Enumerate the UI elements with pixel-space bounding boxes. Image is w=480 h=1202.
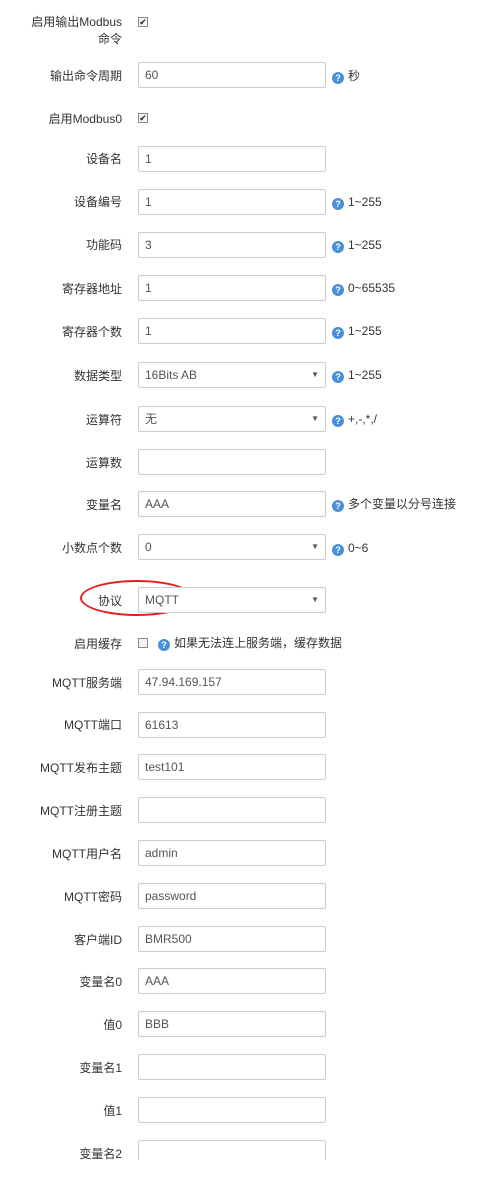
mqtt-password-label: MQTT密码 — [64, 890, 122, 904]
question-circle-icon[interactable]: ? — [332, 284, 344, 296]
operator-hint-text: +,-,*,/ — [348, 412, 378, 426]
mqtt-user-label: MQTT用户名 — [52, 847, 122, 861]
mqtt-port-input[interactable]: 61613 — [138, 712, 326, 738]
function-code-hint: ? 1~255 — [332, 238, 382, 253]
device-name-label: 设备名 — [85, 152, 122, 166]
register-address-hint: ? 0~65535 — [332, 281, 395, 296]
data-type-hint: ? 1~255 — [332, 368, 382, 383]
var-name2-input[interactable] — [138, 1140, 326, 1160]
caret-down-icon: ▼ — [311, 414, 319, 423]
register-count-input[interactable]: 1 — [138, 318, 326, 344]
enable-cache-hint: ? 如果无法连上服务端，缓存数据 — [158, 636, 342, 651]
mqtt-pub-topic-label: MQTT发布主题 — [40, 761, 122, 775]
output-period-hint-text: 秒 — [348, 69, 361, 83]
mqtt-pub-topic-input[interactable]: test101 — [138, 754, 326, 780]
value1-label: 值1 — [103, 1104, 122, 1118]
register-count-hint: ? 1~255 — [332, 324, 382, 339]
register-address-hint-text: 0~65535 — [348, 281, 396, 295]
operator-label: 运算符 — [85, 413, 122, 427]
operator-value: 无 — [145, 412, 158, 426]
register-address-label: 寄存器地址 — [61, 282, 122, 296]
mqtt-server-label: MQTT服务端 — [52, 676, 122, 690]
question-circle-icon[interactable]: ? — [332, 198, 344, 210]
caret-down-icon: ▼ — [311, 542, 319, 551]
question-circle-icon[interactable]: ? — [332, 327, 344, 339]
enable-cache-checkbox[interactable] — [138, 638, 148, 648]
value0-label: 值0 — [103, 1018, 122, 1032]
question-circle-icon[interactable]: ? — [332, 544, 344, 556]
caret-down-icon: ▼ — [311, 370, 319, 379]
var-name1-label: 变量名1 — [79, 1061, 122, 1075]
var-name2-label: 变量名2 — [79, 1147, 122, 1161]
var-name0-label: 变量名0 — [79, 975, 122, 989]
operand-input[interactable] — [138, 449, 326, 475]
output-period-label: 输出命令周期 — [49, 69, 122, 83]
decimals-value: 0 — [145, 540, 152, 554]
enable-output-cmd-label: 启用输出Modbus 命令 — [31, 14, 122, 48]
question-circle-icon[interactable]: ? — [332, 241, 344, 253]
decimals-select[interactable]: 0 ▼ — [138, 534, 326, 560]
register-address-input[interactable]: 1 — [138, 275, 326, 301]
decimals-label: 小数点个数 — [61, 541, 122, 555]
protocol-label: 协议 — [97, 594, 122, 608]
output-period-input[interactable]: 60 — [138, 62, 326, 88]
enable-output-cmd-label-line1: 启用输出Modbus — [31, 15, 122, 29]
var-name1-input[interactable] — [138, 1054, 326, 1080]
mqtt-password-input[interactable]: password — [138, 883, 326, 909]
enable-output-cmd-checkbox[interactable]: ✔ — [138, 17, 148, 27]
register-count-label: 寄存器个数 — [61, 325, 122, 339]
operator-select[interactable]: 无 ▼ — [138, 406, 326, 432]
enable-cache-label: 启用缓存 — [73, 637, 122, 651]
checkmark-icon: ✔ — [139, 113, 147, 123]
variable-name-hint-text: 多个变量以分号连接 — [348, 497, 457, 511]
data-type-value: 16Bits AB — [145, 368, 198, 382]
enable-cache-hint-text: 如果无法连上服务端，缓存数据 — [174, 636, 343, 650]
variable-name-hint: ? 多个变量以分号连接 — [332, 497, 456, 512]
device-id-label: 设备编号 — [73, 195, 122, 209]
function-code-input[interactable]: 3 — [138, 232, 326, 258]
data-type-label: 数据类型 — [73, 369, 122, 383]
protocol-select[interactable]: MQTT ▼ — [138, 587, 326, 613]
operand-label: 运算数 — [85, 456, 122, 470]
decimals-hint: ? 0~6 — [332, 541, 368, 556]
mqtt-reg-topic-label: MQTT注册主题 — [40, 804, 122, 818]
decimals-hint-text: 0~6 — [348, 541, 369, 555]
question-circle-icon[interactable]: ? — [332, 500, 344, 512]
mqtt-port-label: MQTT端口 — [64, 718, 122, 732]
value1-input[interactable] — [138, 1097, 326, 1123]
mqtt-user-input[interactable]: admin — [138, 840, 326, 866]
question-circle-icon[interactable]: ? — [332, 72, 344, 84]
function-code-label: 功能码 — [85, 238, 122, 252]
question-circle-icon[interactable]: ? — [332, 415, 344, 427]
device-name-input[interactable]: 1 — [138, 146, 326, 172]
device-id-input[interactable]: 1 — [138, 189, 326, 215]
output-period-hint: ? 秒 — [332, 69, 360, 84]
question-circle-icon[interactable]: ? — [158, 639, 170, 651]
client-id-input[interactable]: BMR500 — [138, 926, 326, 952]
value0-input[interactable]: BBB — [138, 1011, 326, 1037]
caret-down-icon: ▼ — [311, 595, 319, 604]
data-type-hint-text: 1~255 — [348, 368, 382, 382]
enable-modbus0-label: 启用Modbus0 — [48, 112, 122, 126]
protocol-value: MQTT — [145, 593, 179, 607]
variable-name-label: 变量名 — [85, 498, 122, 512]
data-type-select[interactable]: 16Bits AB ▼ — [138, 362, 326, 388]
register-count-hint-text: 1~255 — [348, 324, 382, 338]
enable-modbus0-checkbox[interactable]: ✔ — [138, 113, 148, 123]
checkmark-icon: ✔ — [139, 17, 147, 27]
enable-output-cmd-label-line2: 命令 — [97, 32, 122, 46]
client-id-label: 客户端ID — [73, 933, 122, 947]
variable-name-input[interactable]: AAA — [138, 491, 326, 517]
operator-hint: ? +,-,*,/ — [332, 412, 377, 427]
mqtt-server-input[interactable]: 47.94.169.157 — [138, 669, 326, 695]
device-id-hint-text: 1~255 — [348, 195, 382, 209]
device-id-hint: ? 1~255 — [332, 195, 382, 210]
question-circle-icon[interactable]: ? — [332, 371, 344, 383]
var-name0-input[interactable]: AAA — [138, 968, 326, 994]
function-code-hint-text: 1~255 — [348, 238, 382, 252]
mqtt-reg-topic-input[interactable] — [138, 797, 326, 823]
